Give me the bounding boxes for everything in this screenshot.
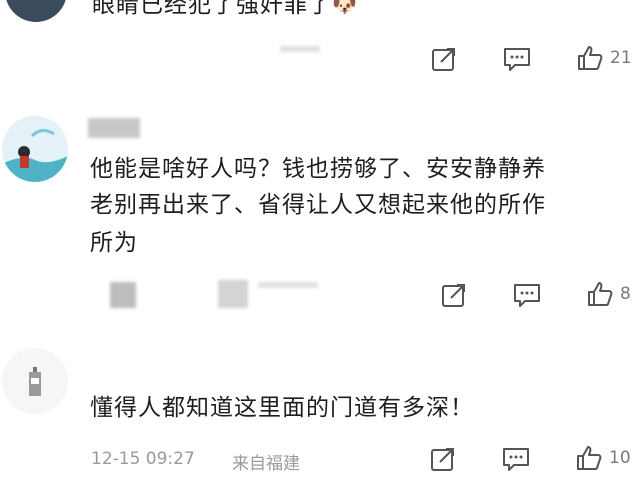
- comment-timestamp: 12-15 09:27: [91, 449, 195, 469]
- comment-item-3: 懂得人都知道这里面的门道有多深！ 12-15 09:27 来自福建 10: [0, 340, 640, 503]
- like-count: 8: [620, 284, 631, 304]
- like-button[interactable]: 8: [586, 280, 631, 308]
- thumbs-up-icon: [577, 446, 602, 470]
- comment-item-1: 眼睛已经犯了强奸罪了🐶 21: [0, 0, 640, 90]
- comment-text: 懂得人都知道这里面的门道有多深！: [90, 395, 474, 421]
- blurred-meta: [258, 282, 318, 288]
- comment-icon: [504, 48, 530, 71]
- comment-location: 来自福建: [232, 454, 300, 474]
- thumbs-up-icon: [588, 282, 613, 306]
- avatar-image: [2, 116, 68, 182]
- blurred-meta: [280, 46, 320, 52]
- avatar[interactable]: [2, 348, 68, 414]
- avatar[interactable]: [2, 116, 68, 182]
- thumbs-up-icon: [578, 46, 603, 70]
- blurred-image-2: [218, 280, 248, 308]
- comment-button[interactable]: [513, 282, 541, 308]
- comment-text: 眼睛已经犯了强奸罪了🐶: [92, 0, 358, 22]
- like-count: 21: [610, 48, 632, 68]
- avatar-image: [2, 348, 68, 414]
- share-icon: [432, 48, 455, 71]
- avatar[interactable]: [5, 0, 67, 22]
- like-button[interactable]: 21: [576, 44, 632, 72]
- comment-button[interactable]: [502, 446, 530, 472]
- share-icon: [431, 448, 454, 471]
- like-count: 10: [609, 448, 631, 468]
- comment-text-line-2: 老别再出来了、省得让人又想起来他的所作: [90, 192, 546, 218]
- comment-icon: [503, 448, 529, 471]
- share-button[interactable]: [431, 46, 457, 72]
- comment-text-line-1: 他能是啥好人吗？钱也捞够了、安安静静养: [90, 156, 546, 182]
- share-button[interactable]: [430, 446, 456, 472]
- like-button[interactable]: 10: [575, 444, 631, 472]
- comment-icon: [514, 284, 540, 307]
- blurred-username: [88, 118, 140, 138]
- share-button[interactable]: [441, 282, 467, 308]
- comment-button[interactable]: [503, 46, 531, 72]
- comment-text-line-3: 所为: [90, 230, 138, 256]
- share-icon: [442, 284, 465, 307]
- comment-item-2: 他能是啥好人吗？钱也捞够了、安安静静养 老别再出来了、省得让人又想起来他的所作 …: [0, 100, 640, 330]
- dog-emoji-icon: 🐶: [332, 0, 358, 17]
- blurred-image-1: [110, 282, 136, 308]
